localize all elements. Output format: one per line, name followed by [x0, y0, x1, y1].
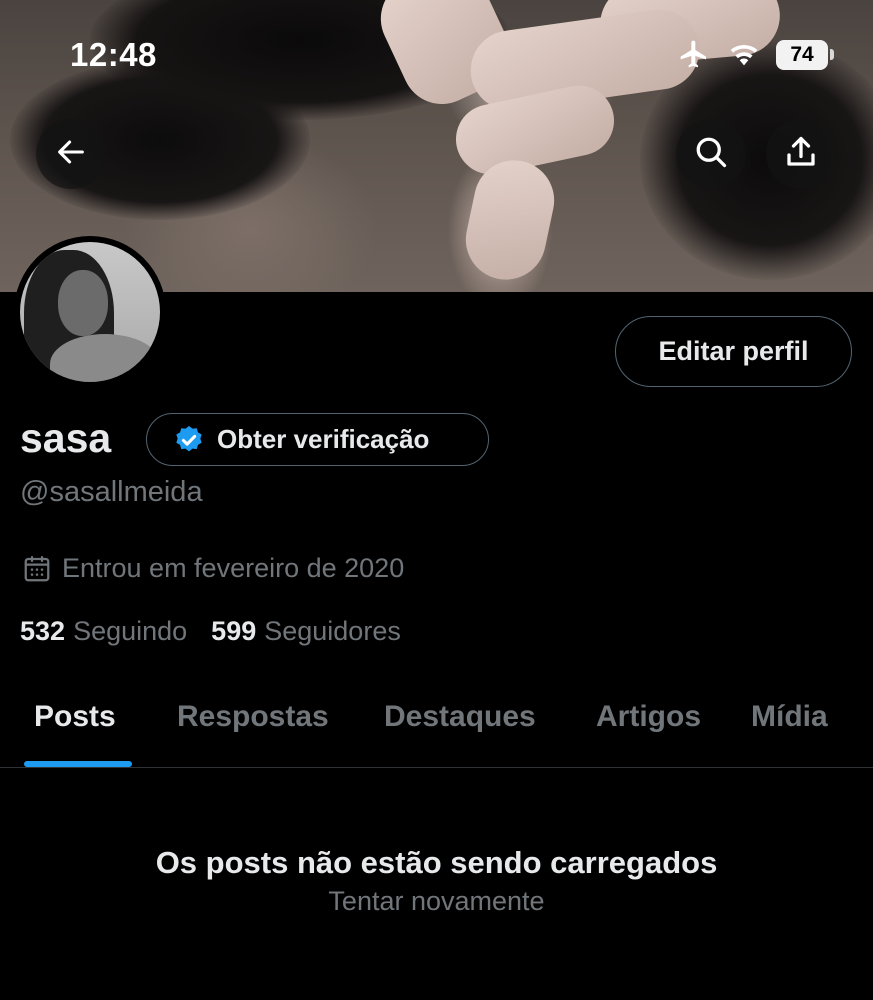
join-date-label: Entrou em fevereiro de 2020 — [62, 553, 405, 583]
battery-tip — [830, 49, 834, 60]
search-button[interactable] — [676, 119, 746, 189]
status-time: 12:48 — [70, 36, 157, 73]
tab-media[interactable]: Mídia — [751, 700, 828, 734]
banner-finger-shape — [458, 152, 562, 288]
calendar-icon — [22, 554, 52, 584]
tab-highlights[interactable]: Destaques — [384, 700, 536, 734]
get-verified-label: Obter verificação — [217, 424, 430, 454]
wifi-icon — [726, 38, 762, 75]
followers-count[interactable]: 599 — [211, 616, 256, 647]
avatar-face-shape — [58, 270, 108, 336]
follow-stats: 532 Seguindo 599 Seguidores — [20, 616, 425, 647]
feed-error-message: Os posts não estão sendo carregados — [155, 845, 718, 880]
get-verified-button[interactable]: Obter verificação — [146, 413, 489, 466]
share-button[interactable] — [766, 119, 836, 189]
verified-badge-icon — [173, 424, 205, 456]
tab-posts[interactable]: Posts — [34, 700, 116, 734]
retry-link[interactable]: Tentar novamente — [0, 886, 873, 917]
following-count[interactable]: 532 — [20, 616, 65, 647]
avatar-image — [20, 242, 160, 382]
avatar[interactable] — [14, 236, 166, 388]
display-name: sasa — [20, 415, 112, 461]
following-label[interactable]: Seguindo — [73, 616, 187, 647]
airplane-icon — [676, 38, 712, 75]
join-date: Entrou em fevereiro de 2020 — [22, 553, 404, 584]
edit-profile-button[interactable]: Editar perfil — [615, 316, 852, 387]
tab-replies[interactable]: Respostas — [177, 700, 329, 734]
active-tab-indicator — [24, 761, 132, 767]
profile-handle: @sasallmeida — [20, 476, 203, 508]
avatar-body-shape — [50, 334, 160, 382]
profile-tabs: Posts Respostas Destaques Artigos Mídia — [0, 680, 873, 768]
battery-icon: 74 — [776, 40, 828, 70]
followers-label[interactable]: Seguidores — [264, 616, 401, 647]
tab-articles[interactable]: Artigos — [596, 700, 701, 734]
status-bar: 12:48 74 — [0, 0, 873, 110]
back-button[interactable] — [36, 119, 106, 189]
share-icon — [783, 134, 819, 175]
back-arrow-icon — [54, 135, 88, 174]
search-icon — [693, 134, 729, 175]
